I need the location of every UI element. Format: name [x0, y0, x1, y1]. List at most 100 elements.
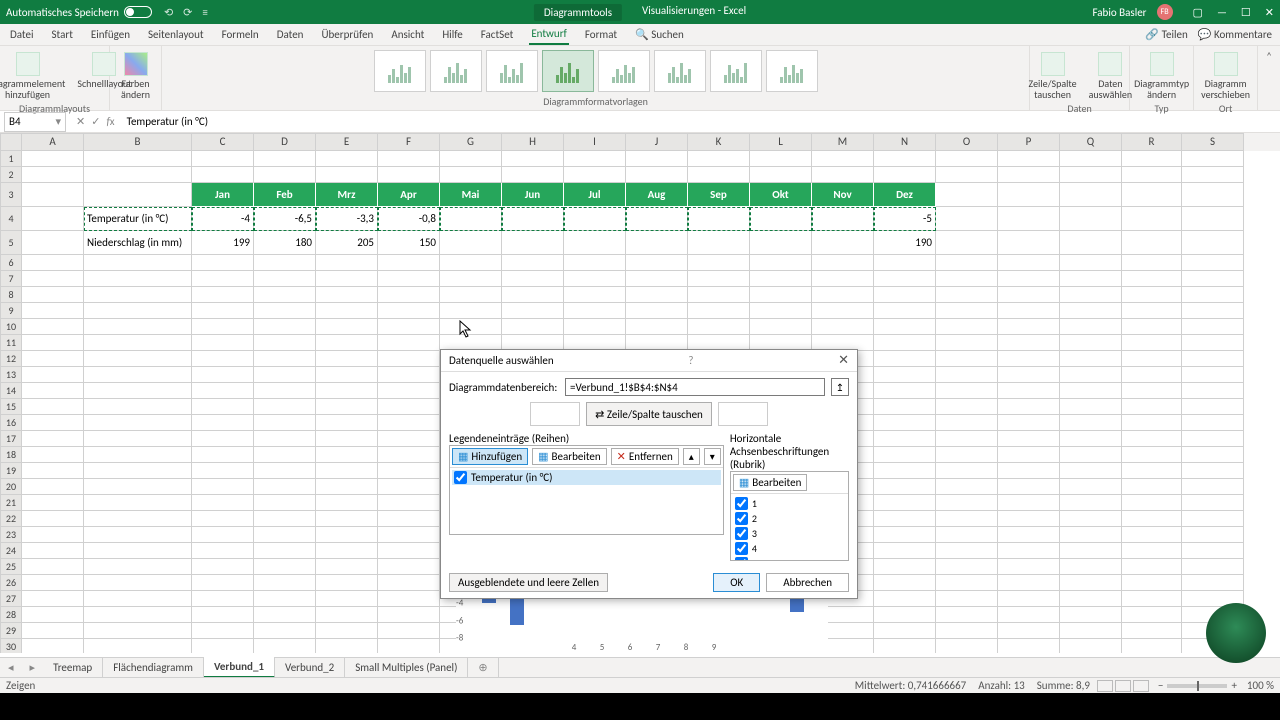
cell[interactable] — [874, 431, 936, 447]
tab-entwurf[interactable]: Entwurf — [529, 24, 569, 45]
cell[interactable] — [750, 167, 812, 183]
cell[interactable] — [936, 319, 998, 335]
cell[interactable] — [874, 559, 936, 575]
cell[interactable]: Jan — [192, 183, 254, 207]
cell[interactable] — [1182, 351, 1244, 367]
cell[interactable] — [874, 399, 936, 415]
cell[interactable] — [254, 575, 316, 591]
cell[interactable] — [998, 623, 1060, 639]
cancel-button[interactable]: Abbrechen — [766, 573, 849, 592]
cell[interactable]: 190 — [874, 231, 936, 255]
cell[interactable] — [192, 447, 254, 463]
cell[interactable] — [316, 271, 378, 287]
cell[interactable] — [626, 231, 688, 255]
hidden-cells-button[interactable]: Ausgeblendete und leere Zellen — [449, 573, 608, 592]
column-header[interactable]: A — [22, 133, 84, 151]
tab-factset[interactable]: FactSet — [479, 25, 516, 44]
cell[interactable] — [22, 607, 84, 623]
row-header[interactable]: 11 — [0, 335, 22, 351]
cell[interactable] — [936, 431, 998, 447]
tab-suchen[interactable]: 🔍 Suchen — [633, 25, 686, 44]
cell[interactable] — [1060, 167, 1122, 183]
cell[interactable] — [1060, 575, 1122, 591]
cell[interactable] — [378, 559, 440, 575]
cell[interactable] — [22, 287, 84, 303]
cell[interactable] — [502, 151, 564, 167]
cell[interactable]: Nov — [812, 183, 874, 207]
cell[interactable] — [936, 207, 998, 231]
cell[interactable] — [750, 255, 812, 271]
cell[interactable] — [84, 559, 192, 575]
cell[interactable] — [22, 383, 84, 399]
column-header[interactable]: K — [688, 133, 750, 151]
cell[interactable] — [1122, 255, 1182, 271]
row-header[interactable]: 25 — [0, 559, 22, 575]
swap-row-col-button[interactable]: ⇄ Zeile/Spalte tauschen — [586, 402, 712, 426]
cell[interactable] — [1060, 431, 1122, 447]
cell[interactable] — [316, 167, 378, 183]
cell[interactable] — [254, 511, 316, 527]
cell[interactable] — [22, 575, 84, 591]
cell[interactable] — [192, 543, 254, 559]
cell[interactable] — [564, 231, 626, 255]
sheet-tab[interactable]: Flächendiagramm — [103, 658, 204, 677]
cell[interactable] — [192, 319, 254, 335]
cell[interactable] — [1060, 303, 1122, 319]
cell[interactable] — [998, 559, 1060, 575]
cell[interactable] — [22, 527, 84, 543]
cell[interactable] — [874, 319, 936, 335]
cell[interactable] — [936, 167, 998, 183]
tab-ansicht[interactable]: Ansicht — [389, 25, 426, 44]
cell[interactable] — [688, 167, 750, 183]
row-header[interactable]: 23 — [0, 527, 22, 543]
cell[interactable] — [378, 431, 440, 447]
cell[interactable] — [378, 447, 440, 463]
cell[interactable] — [1060, 183, 1122, 207]
cell[interactable] — [812, 271, 874, 287]
cell[interactable] — [1122, 303, 1182, 319]
cell[interactable] — [936, 303, 998, 319]
column-header[interactable]: I — [564, 133, 626, 151]
cell[interactable] — [378, 151, 440, 167]
cell[interactable] — [192, 527, 254, 543]
cell[interactable] — [440, 287, 502, 303]
cell[interactable] — [378, 399, 440, 415]
cell[interactable] — [316, 335, 378, 351]
column-header[interactable]: H — [502, 133, 564, 151]
cell[interactable] — [84, 351, 192, 367]
cell[interactable] — [936, 447, 998, 463]
cell[interactable] — [874, 463, 936, 479]
cell[interactable] — [1182, 367, 1244, 383]
ok-button[interactable]: OK — [713, 573, 760, 592]
cell[interactable] — [192, 255, 254, 271]
cell[interactable] — [1182, 479, 1244, 495]
cell[interactable] — [688, 255, 750, 271]
cell[interactable]: -6,5 — [254, 207, 316, 231]
row-header[interactable]: 21 — [0, 495, 22, 511]
cell[interactable] — [1182, 383, 1244, 399]
fx-icon[interactable]: fx — [106, 115, 114, 128]
cell[interactable] — [874, 639, 936, 653]
cell[interactable] — [1182, 335, 1244, 351]
row-header[interactable]: 27 — [0, 591, 22, 607]
cell[interactable] — [874, 511, 936, 527]
cell[interactable] — [22, 479, 84, 495]
cell[interactable] — [1182, 183, 1244, 207]
cell[interactable] — [1060, 255, 1122, 271]
cell[interactable] — [812, 255, 874, 271]
cell[interactable] — [626, 167, 688, 183]
cell[interactable]: Mai — [440, 183, 502, 207]
cell[interactable] — [192, 479, 254, 495]
cell[interactable] — [564, 319, 626, 335]
switch-row-col-button[interactable]: Zeile/Spalte tauschen — [1024, 50, 1082, 102]
tab-format[interactable]: Format — [583, 25, 619, 44]
cell[interactable] — [316, 255, 378, 271]
cell[interactable] — [874, 415, 936, 431]
cell[interactable] — [22, 543, 84, 559]
cell[interactable] — [1182, 431, 1244, 447]
cell[interactable] — [254, 591, 316, 607]
cell[interactable] — [192, 431, 254, 447]
cell[interactable] — [998, 479, 1060, 495]
cell[interactable] — [812, 319, 874, 335]
row-header[interactable]: 12 — [0, 351, 22, 367]
